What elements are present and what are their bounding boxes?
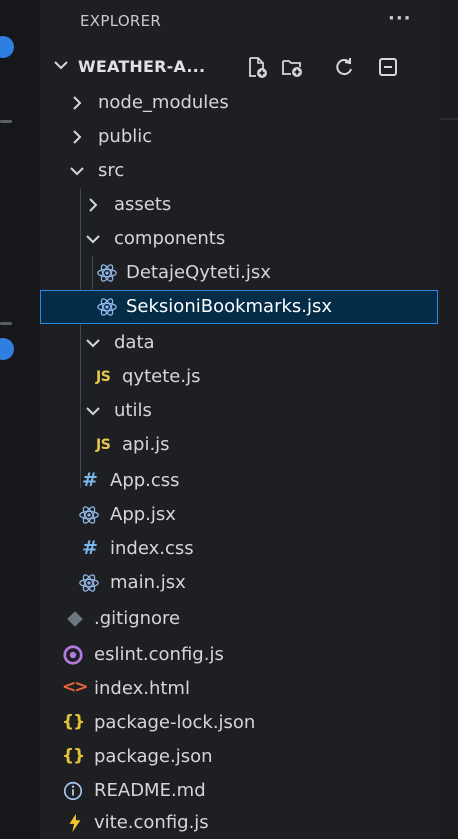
react-icon — [97, 298, 117, 316]
tree-item-label: eslint.config.js — [94, 644, 224, 665]
editor-edge — [440, 0, 458, 839]
chevron-down-icon — [86, 339, 100, 348]
tree-file-qytete-js[interactable]: JS qytete.js — [40, 360, 440, 394]
tree-folder-assets[interactable]: assets — [40, 188, 440, 222]
tree-item-label: node_modules — [98, 92, 229, 113]
css-icon: # — [82, 469, 98, 491]
tree-file-index-css[interactable]: # index.css — [40, 532, 440, 566]
react-icon — [97, 264, 117, 282]
tree-item-label: main.jsx — [110, 572, 186, 593]
explorer-header: EXPLORER ··· — [40, 0, 440, 45]
chevron-right-icon — [73, 96, 82, 110]
json-icon: {} — [62, 746, 85, 766]
tree-item-label: utils — [114, 400, 152, 421]
tree-file-seksionibookmarks-jsx[interactable]: SeksioniBookmarks.jsx — [40, 290, 438, 324]
tree-item-label: index.css — [110, 538, 194, 559]
tree-item-label: package.json — [94, 746, 213, 767]
tree-file-gitignore[interactable]: .gitignore — [40, 602, 440, 636]
tree-item-label: api.js — [122, 434, 170, 455]
project-name[interactable]: WEATHER-A... — [78, 57, 205, 76]
tree-file-api-js[interactable]: JS api.js — [40, 428, 440, 462]
tree-item-label: .gitignore — [94, 608, 181, 629]
explorer-title: EXPLORER — [80, 12, 162, 30]
tree-item-label: App.jsx — [110, 504, 176, 525]
new-file-icon[interactable] — [245, 55, 269, 79]
git-icon — [67, 611, 83, 627]
activity-bar — [0, 0, 40, 839]
eslint-icon — [63, 645, 83, 665]
tree-file-index-html[interactable]: <> index.html — [40, 672, 440, 706]
tree-item-label: App.css — [110, 470, 180, 491]
tree-file-vite-config-js[interactable]: vite.config.js — [40, 806, 440, 839]
activity-tick — [0, 120, 12, 123]
tree-file-app-jsx[interactable]: App.jsx — [40, 498, 440, 532]
tree-item-label: README.md — [94, 780, 206, 801]
tree-file-package-lock-json[interactable]: {} package-lock.json — [40, 706, 440, 740]
activity-tick — [0, 322, 12, 325]
tree-file-eslint-config-js[interactable]: eslint.config.js — [40, 638, 440, 672]
tree-folder-components[interactable]: components — [40, 222, 440, 256]
css-icon: # — [82, 537, 98, 559]
more-actions-button[interactable]: ··· — [388, 8, 412, 29]
javascript-icon: JS — [96, 437, 111, 453]
tree-file-main-jsx[interactable]: main.jsx — [40, 566, 440, 600]
lightning-icon — [69, 813, 81, 833]
tree-item-label: SeksioniBookmarks.jsx — [126, 296, 333, 317]
tree-file-package-json[interactable]: {} package.json — [40, 740, 440, 774]
tree-folder-src[interactable]: src — [40, 154, 440, 188]
tree-folder-utils[interactable]: utils — [40, 394, 440, 428]
vscode-explorer-screenshot: EXPLORER ··· WEATHER-A... node_modules p… — [0, 0, 458, 839]
react-icon — [79, 574, 99, 592]
tree-file-readme-md[interactable]: README.md — [40, 774, 440, 808]
tree-item-label: qytete.js — [122, 366, 201, 387]
chevron-right-icon — [73, 130, 82, 144]
tree-item-label: package-lock.json — [94, 712, 256, 733]
info-icon — [63, 781, 83, 801]
tree-folder-node-modules[interactable]: node_modules — [40, 86, 440, 120]
javascript-icon: JS — [96, 369, 111, 385]
chevron-down-icon — [70, 167, 84, 176]
tree-item-label: assets — [114, 194, 172, 215]
notification-dot[interactable] — [0, 36, 14, 58]
explorer-panel: EXPLORER ··· WEATHER-A... node_modules p… — [40, 0, 440, 839]
new-folder-icon[interactable] — [280, 55, 304, 79]
tree-folder-public[interactable]: public — [40, 120, 440, 154]
tree-item-label: data — [114, 332, 155, 353]
collapse-all-icon[interactable] — [376, 55, 400, 79]
react-icon — [79, 506, 99, 524]
refresh-icon[interactable] — [332, 55, 356, 79]
tree-item-label: vite.config.js — [94, 812, 209, 833]
notification-dot[interactable] — [0, 338, 14, 360]
html-icon: <> — [62, 677, 88, 697]
chevron-right-icon — [89, 198, 98, 212]
tree-item-label: DetajeQyteti.jsx — [126, 262, 271, 283]
chevron-down-icon — [86, 407, 100, 416]
tree-item-label: public — [98, 126, 153, 147]
tree-item-label: index.html — [94, 678, 190, 699]
chevron-down-icon — [86, 235, 100, 244]
divider — [440, 118, 458, 120]
tree-file-app-css[interactable]: # App.css — [40, 464, 440, 498]
json-icon: {} — [62, 712, 85, 732]
tree-item-label: components — [114, 228, 226, 249]
chevron-down-icon[interactable] — [52, 55, 70, 75]
tree-folder-data[interactable]: data — [40, 326, 440, 360]
tree-file-detajeqyteti-jsx[interactable]: DetajeQyteti.jsx — [40, 256, 440, 290]
project-root-row[interactable]: WEATHER-A... — [40, 50, 440, 84]
tree-item-label: src — [98, 160, 125, 181]
